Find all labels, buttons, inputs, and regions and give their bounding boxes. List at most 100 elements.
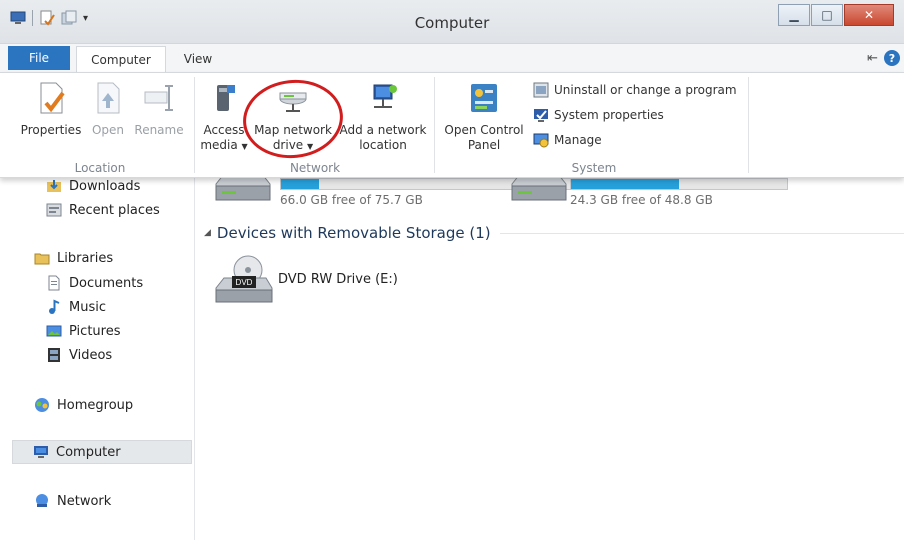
add-network-location-label-1: Add a network — [339, 123, 427, 137]
nav-item-videos[interactable]: Videos — [46, 343, 112, 367]
manage-icon — [533, 133, 549, 148]
dvd-badge: DVD — [236, 278, 253, 287]
location-group: Properties Open Rename Location — [0, 73, 200, 179]
nav-item-libraries[interactable]: Libraries — [34, 246, 113, 270]
open-icon — [97, 82, 120, 114]
properties-label: Properties — [20, 123, 82, 137]
recent-places-icon — [46, 203, 62, 217]
properties-icon — [40, 82, 65, 114]
system-properties-label: System properties — [554, 108, 664, 122]
navigation-pane: Downloads Recent places Libraries Docume… — [0, 178, 195, 540]
add-network-location-button[interactable]: Add a network location — [338, 81, 428, 153]
network-location-icon — [373, 84, 397, 108]
group-separator — [194, 77, 195, 173]
system-properties-icon — [534, 109, 548, 122]
nav-item-music[interactable]: Music — [46, 295, 106, 319]
ribbon-right-controls: ⇤ ? — [867, 50, 900, 66]
manage-button[interactable]: Manage — [532, 131, 602, 149]
drive-free-space: 66.0 GB free of 75.7 GB — [280, 193, 423, 207]
nav-item-label: Music — [69, 299, 106, 315]
minimize-icon: ▁ — [789, 8, 799, 22]
libraries-icon — [34, 253, 50, 265]
homegroup-icon — [35, 398, 49, 412]
nav-item-label: Downloads — [69, 178, 141, 194]
open-control-panel-button[interactable]: Open Control Panel — [440, 81, 528, 153]
open-button[interactable]: Open — [88, 81, 128, 138]
nav-item-label: Videos — [69, 347, 113, 363]
network-group-label: Network — [289, 161, 341, 175]
properties-button[interactable]: Properties — [18, 81, 84, 138]
downloads-icon — [47, 180, 61, 192]
chevron-down-icon: ▼ — [241, 142, 248, 151]
nav-item-label: Network — [57, 493, 112, 509]
nav-item-network[interactable]: Network — [34, 489, 111, 513]
system-group: Open Control Panel Uninstall or change a… — [436, 73, 752, 179]
close-icon: ✕ — [863, 8, 875, 22]
nav-item-computer[interactable]: Computer — [12, 440, 192, 464]
nav-item-label: Pictures — [69, 323, 121, 339]
computer-icon — [34, 446, 48, 458]
section-header-removable[interactable]: ◢ Devices with Removable Storage (1) — [204, 224, 491, 242]
drive-usage-bar — [570, 178, 788, 190]
rename-button[interactable]: Rename — [132, 81, 186, 138]
maximize-icon: □ — [821, 8, 833, 22]
pictures-icon — [46, 325, 62, 337]
system-properties-button[interactable]: System properties — [532, 106, 664, 124]
nav-item-label: Computer — [56, 444, 121, 460]
documents-icon — [48, 275, 60, 291]
dvd-drive-label: DVD RW Drive (E:) — [278, 272, 398, 287]
open-label: Open — [91, 123, 125, 137]
tab-computer[interactable]: Computer — [76, 46, 166, 72]
open-control-panel-label-1: Open Control — [444, 123, 524, 137]
section-divider — [500, 233, 904, 234]
system-group-label: System — [571, 161, 617, 175]
title-bar: ▾ Computer ▁ □ ✕ — [0, 0, 904, 44]
ribbon-tab-row: File Computer View ⇤ ? — [0, 44, 904, 72]
nav-item-recent-places[interactable]: Recent places — [46, 198, 160, 222]
nav-item-label: Recent places — [69, 202, 160, 218]
ribbon: Properties Open Rename Location Access m… — [0, 72, 904, 178]
uninstall-icon — [533, 82, 549, 98]
media-server-icon — [217, 85, 235, 111]
nav-item-label: Libraries — [57, 250, 114, 266]
tab-file[interactable]: File — [8, 46, 70, 70]
maximize-button[interactable]: □ — [811, 4, 843, 26]
videos-icon — [48, 348, 60, 362]
content-pane: 66.0 GB free of 75.7 GB 24.3 GB free of … — [196, 173, 904, 540]
nav-item-pictures[interactable]: Pictures — [46, 319, 120, 343]
group-separator — [434, 77, 435, 173]
access-media-label-2: media — [200, 138, 238, 152]
dvd-drive-item[interactable]: DVD — [214, 254, 274, 311]
nav-item-label: Homegroup — [57, 397, 134, 413]
nav-item-label: Documents — [69, 275, 144, 291]
drive-usage-fill — [281, 179, 320, 189]
location-group-label: Location — [74, 161, 126, 175]
access-media-label-1: Access — [203, 123, 245, 137]
dvd-drive-icon: DVD — [215, 255, 273, 303]
manage-label: Manage — [554, 133, 602, 147]
rename-icon — [144, 85, 173, 111]
window-controls: ▁ □ ✕ — [778, 4, 894, 26]
rename-label: Rename — [134, 123, 184, 137]
section-header-label: Devices with Removable Storage (1) — [216, 224, 491, 242]
drive-usage-fill — [571, 179, 679, 189]
collapse-triangle-icon: ◢ — [204, 228, 211, 238]
access-media-button[interactable]: Access media ▼ — [200, 81, 248, 154]
nav-item-documents[interactable]: Documents — [46, 271, 143, 295]
music-icon — [49, 299, 60, 314]
nav-item-homegroup[interactable]: Homegroup — [34, 393, 133, 417]
drive-free-space: 24.3 GB free of 48.8 GB — [570, 193, 713, 207]
pin-ribbon-icon[interactable]: ⇤ — [867, 51, 878, 66]
uninstall-program-button[interactable]: Uninstall or change a program — [532, 81, 737, 99]
uninstall-program-label: Uninstall or change a program — [554, 83, 737, 97]
open-control-panel-label-2: Panel — [467, 138, 501, 152]
add-network-location-label-2: location — [359, 138, 407, 152]
network-icon — [36, 494, 48, 507]
group-separator — [748, 77, 749, 173]
window-title: Computer — [414, 14, 490, 32]
minimize-button[interactable]: ▁ — [778, 4, 810, 26]
control-panel-icon — [471, 84, 497, 112]
tab-view[interactable]: View — [170, 46, 226, 72]
help-icon[interactable]: ? — [884, 50, 900, 66]
close-button[interactable]: ✕ — [844, 4, 894, 26]
